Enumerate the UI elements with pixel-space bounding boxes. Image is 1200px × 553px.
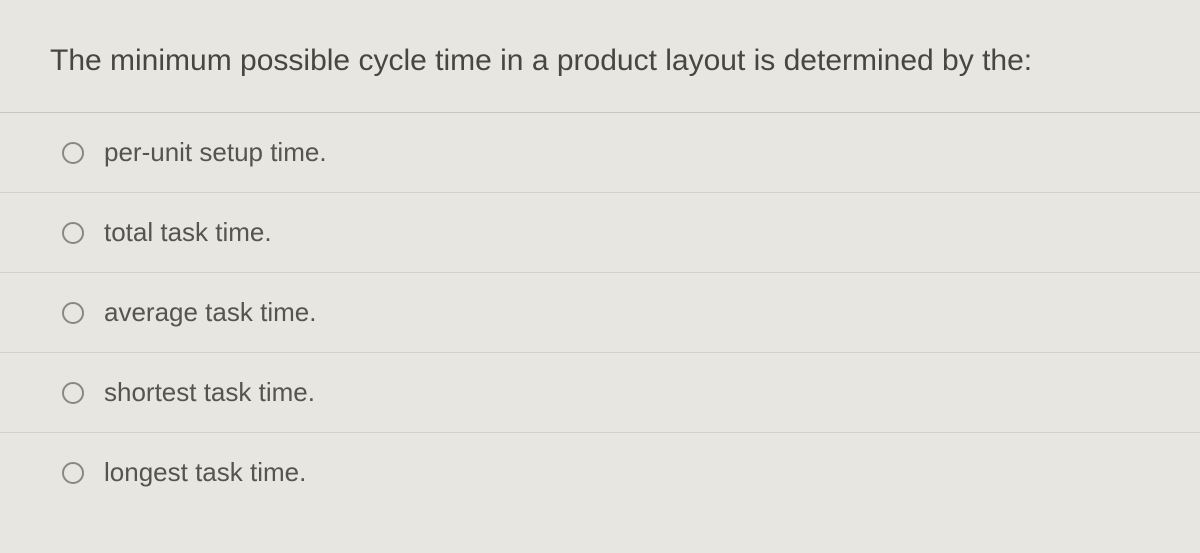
option-label: per-unit setup time. [104, 137, 327, 168]
option-label: longest task time. [104, 457, 306, 488]
options-list: per-unit setup time. total task time. av… [0, 113, 1200, 512]
question-text: The minimum possible cycle time in a pro… [50, 40, 1150, 82]
option-row[interactable]: average task time. [0, 273, 1200, 353]
option-row[interactable]: per-unit setup time. [0, 113, 1200, 193]
option-label: average task time. [104, 297, 316, 328]
radio-icon[interactable] [62, 302, 84, 324]
radio-icon[interactable] [62, 222, 84, 244]
option-row[interactable]: longest task time. [0, 433, 1200, 512]
radio-icon[interactable] [62, 142, 84, 164]
option-row[interactable]: total task time. [0, 193, 1200, 273]
quiz-container: The minimum possible cycle time in a pro… [0, 0, 1200, 553]
radio-icon[interactable] [62, 462, 84, 484]
option-label: total task time. [104, 217, 272, 248]
option-label: shortest task time. [104, 377, 315, 408]
question-block: The minimum possible cycle time in a pro… [0, 0, 1200, 113]
radio-icon[interactable] [62, 382, 84, 404]
option-row[interactable]: shortest task time. [0, 353, 1200, 433]
